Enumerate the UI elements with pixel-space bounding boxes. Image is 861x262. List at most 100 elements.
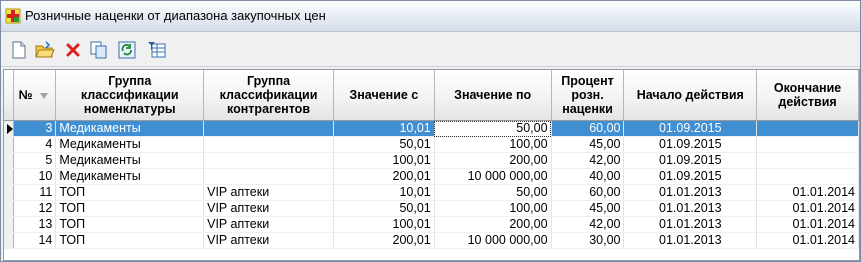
row-number[interactable]: 10 — [13, 168, 57, 185]
start-date-cell[interactable]: 01.01.2013 — [623, 200, 758, 217]
value-from-cell[interactable]: 200,01 — [333, 168, 435, 185]
nom-group-cell[interactable]: ТОП — [55, 216, 205, 233]
contr-group-cell[interactable] — [203, 152, 334, 169]
percent-cell[interactable]: 30,00 — [551, 232, 625, 249]
toolbar — [1, 32, 860, 67]
value-from-cell[interactable]: 50,01 — [333, 136, 435, 153]
open-folder-icon[interactable] — [35, 40, 55, 60]
start-date-cell[interactable]: 01.09.2015 — [623, 152, 758, 169]
start-date-cell[interactable]: 01.09.2015 — [623, 120, 758, 137]
percent-cell[interactable]: 45,00 — [551, 136, 625, 153]
row-number[interactable]: 5 — [13, 152, 57, 169]
col-header-start-date[interactable]: Начало действия — [623, 70, 758, 121]
nom-group-cell[interactable]: Медикаменты — [55, 152, 205, 169]
col-header-number[interactable]: № — [13, 70, 57, 121]
value-to-cell[interactable]: 10 000 000,00 — [434, 168, 552, 185]
contr-group-cell[interactable]: VIP аптеки — [203, 200, 334, 217]
table-row[interactable]: 12 ТОП VIP аптеки 50,01 100,00 45,00 01.01.201… — [4, 200, 859, 217]
value-to-cell[interactable]: 10 000 000,00 — [434, 232, 552, 249]
col-header-percent[interactable]: Процент розн. наценки — [551, 70, 625, 121]
contr-group-cell[interactable] — [203, 168, 334, 185]
nom-group-cell[interactable]: Медикаменты — [55, 136, 205, 153]
row-indicator — [4, 152, 15, 169]
delete-icon[interactable] — [63, 40, 83, 60]
table-row[interactable]: 10 Медикаменты 200,01 10 000 000,00 40,00 01.… — [4, 168, 859, 185]
nom-group-cell[interactable]: Медикаменты — [55, 120, 205, 137]
nom-group-cell[interactable]: ТОП — [55, 232, 205, 249]
contr-group-cell[interactable]: VIP аптеки — [203, 232, 334, 249]
value-to-cell[interactable]: 50,00 — [434, 184, 552, 201]
table-row[interactable]: 3 Медикаменты 10,01 50,00 60,00 01.09.2015 — [4, 120, 859, 137]
table-row[interactable]: 4 Медикаменты 50,01 100,00 45,00 01.09.2015 — [4, 136, 859, 153]
table-header: № Группа классификации номенклатуры Груп… — [4, 70, 859, 121]
value-from-cell[interactable]: 100,01 — [333, 216, 435, 233]
row-number[interactable]: 13 — [13, 216, 57, 233]
percent-cell[interactable]: 42,00 — [551, 152, 625, 169]
percent-cell[interactable]: 60,00 — [551, 120, 625, 137]
value-to-cell[interactable]: 200,00 — [434, 152, 552, 169]
col-header-value-to[interactable]: Значение по — [434, 70, 552, 121]
filter-table-icon[interactable] — [147, 40, 167, 60]
row-indicator — [4, 216, 15, 233]
window-title: Розничные наценки от диапазона закупочны… — [25, 8, 326, 23]
table-row[interactable]: 14 ТОП VIP аптеки 200,01 10 000 000,00 30,00 0… — [4, 232, 859, 249]
medical-cross-icon — [5, 8, 21, 24]
row-number[interactable]: 14 — [13, 232, 57, 249]
table-row[interactable]: 5 Медикаменты 100,01 200,00 42,00 01.09.2015 — [4, 152, 859, 169]
row-indicator — [4, 168, 15, 185]
percent-cell[interactable]: 42,00 — [551, 216, 625, 233]
value-from-cell[interactable]: 100,01 — [333, 152, 435, 169]
end-date-cell[interactable] — [756, 136, 859, 153]
col-header-contr-group[interactable]: Группа классификации контрагентов — [203, 70, 334, 121]
end-date-cell[interactable]: 01.01.2014 — [756, 200, 859, 217]
nom-group-cell[interactable]: ТОП — [55, 200, 205, 217]
copy-icon[interactable] — [89, 40, 109, 60]
contr-group-cell[interactable]: VIP аптеки — [203, 184, 334, 201]
row-indicator-header — [4, 70, 15, 121]
col-header-value-from[interactable]: Значение с — [333, 70, 435, 121]
start-date-cell[interactable]: 01.09.2015 — [623, 136, 758, 153]
row-indicator — [4, 232, 15, 249]
percent-cell[interactable]: 45,00 — [551, 200, 625, 217]
percent-cell[interactable]: 60,00 — [551, 184, 625, 201]
percent-cell[interactable]: 40,00 — [551, 168, 625, 185]
col-header-end-date[interactable]: Окончание действия — [756, 70, 859, 121]
nom-group-cell[interactable]: Медикаменты — [55, 168, 205, 185]
end-date-cell[interactable] — [756, 168, 859, 185]
refresh-icon[interactable] — [117, 40, 137, 60]
end-date-cell[interactable]: 01.01.2014 — [756, 232, 859, 249]
contr-group-cell[interactable] — [203, 136, 334, 153]
app-window: Розничные наценки от диапазона закупочны… — [0, 0, 861, 262]
value-to-cell[interactable]: 100,00 — [434, 200, 552, 217]
start-date-cell[interactable]: 01.09.2015 — [623, 168, 758, 185]
contr-group-cell[interactable] — [203, 120, 334, 137]
col-header-nom-group[interactable]: Группа классификации номенклатуры — [55, 70, 205, 121]
markup-table[interactable]: № Группа классификации номенклатуры Груп… — [3, 69, 860, 261]
new-icon[interactable] — [9, 40, 29, 60]
row-number[interactable]: 11 — [13, 184, 57, 201]
value-from-cell[interactable]: 50,01 — [333, 200, 435, 217]
end-date-cell[interactable] — [756, 120, 859, 137]
row-number[interactable]: 4 — [13, 136, 57, 153]
title-bar[interactable]: Розничные наценки от диапазона закупочны… — [1, 1, 860, 32]
end-date-cell[interactable]: 01.01.2014 — [756, 216, 859, 233]
value-to-cell[interactable]: 200,00 — [434, 216, 552, 233]
table-row[interactable]: 13 ТОП VIP аптеки 100,01 200,00 42,00 01.01.20… — [4, 216, 859, 233]
row-indicator — [4, 120, 15, 137]
start-date-cell[interactable]: 01.01.2013 — [623, 216, 758, 233]
start-date-cell[interactable]: 01.01.2013 — [623, 184, 758, 201]
start-date-cell[interactable]: 01.01.2013 — [623, 232, 758, 249]
end-date-cell[interactable]: 01.01.2014 — [756, 184, 859, 201]
value-to-cell[interactable]: 100,00 — [434, 136, 552, 153]
contr-group-cell[interactable]: VIP аптеки — [203, 216, 334, 233]
value-from-cell[interactable]: 10,01 — [333, 184, 435, 201]
value-to-cell[interactable]: 50,00 — [434, 120, 552, 137]
value-from-cell[interactable]: 200,01 — [333, 232, 435, 249]
row-number[interactable]: 12 — [13, 200, 57, 217]
nom-group-cell[interactable]: ТОП — [55, 184, 205, 201]
table-row[interactable]: 11 ТОП VIP аптеки 10,01 50,00 60,00 01.01.2013… — [4, 184, 859, 201]
value-from-cell[interactable]: 10,01 — [333, 120, 435, 137]
row-number[interactable]: 3 — [13, 120, 57, 137]
end-date-cell[interactable] — [756, 152, 859, 169]
sort-icon[interactable] — [40, 92, 49, 99]
